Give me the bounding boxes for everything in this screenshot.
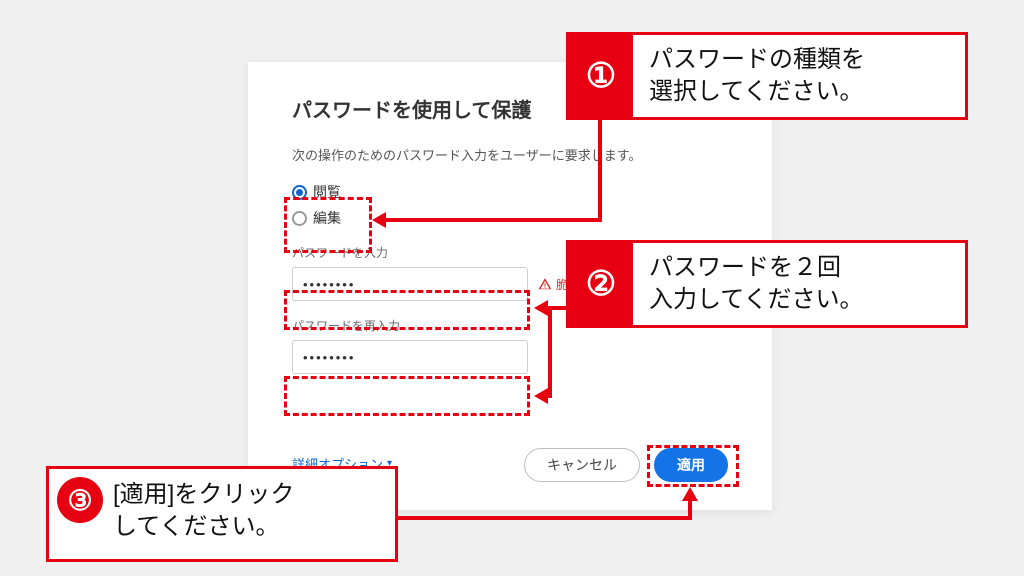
callout-3-arrow-h [398,516,692,520]
cancel-button[interactable]: キャンセル [524,448,640,482]
password-input[interactable] [292,267,528,301]
callout-3: ③ [適用]をクリック してください。 [46,466,398,562]
radio-edit-label: 編集 [313,208,341,228]
callout-1-number: ① [569,35,633,117]
callout-2-arrowhead-2 [534,388,548,404]
callout-3-text: [適用]をクリック してください。 [113,469,312,558]
callout-1-text: パスワードの種類を 選択してください。 [633,35,881,117]
callout-3-number: ③ [57,477,103,523]
dialog-subtitle: 次の操作のためのパスワード入力をユーザーに要求します。 [292,145,728,164]
callout-2-text: パスワードを２回 入力してください。 [633,243,880,325]
radio-icon-checked [292,185,307,200]
warning-triangle-icon [538,277,552,291]
callout-2-arrow-v [548,306,552,398]
apply-button[interactable]: 適用 [654,448,728,482]
callout-3-arrow-v [688,500,692,520]
callout-1-arrow-v [598,120,602,222]
radio-icon-unchecked [292,211,307,226]
callout-2-arrow-stub [552,306,566,310]
callout-3-arrowhead [682,487,698,501]
callout-2-arrowhead-1 [534,300,548,316]
radio-view[interactable]: 閲覧 [292,182,728,202]
callout-2-number: ② [569,243,633,325]
password-confirm-input[interactable] [292,340,528,374]
callout-1-arrow-h [386,218,602,222]
callout-1-arrowhead [372,212,386,228]
callout-1: ① パスワードの種類を 選択してください。 [566,32,968,120]
callout-2-arrow-join [548,394,552,398]
dialog-button-row: キャンセル 適用 [524,448,728,482]
callout-2: ② パスワードを２回 入力してください。 [566,240,968,328]
radio-view-label: 閲覧 [313,182,341,202]
